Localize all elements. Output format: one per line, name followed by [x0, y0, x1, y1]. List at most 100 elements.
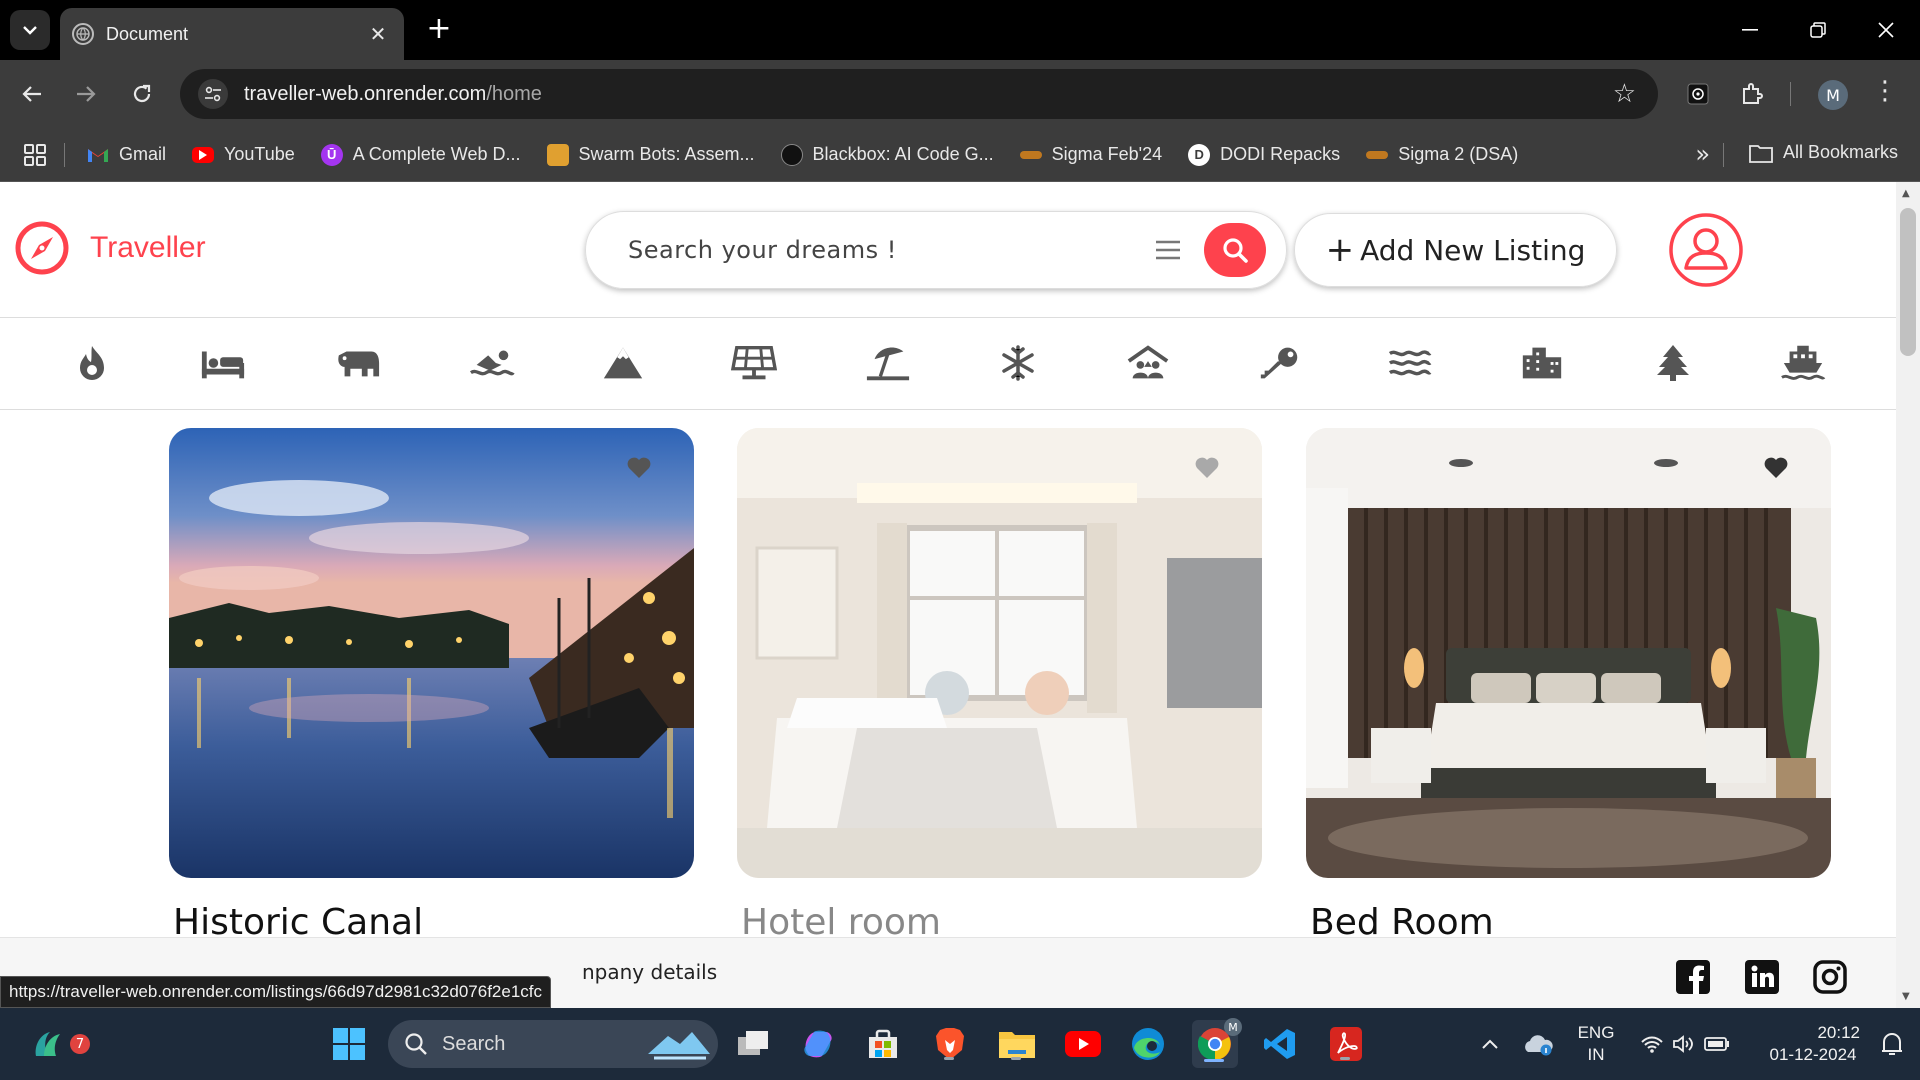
filter-camping[interactable] — [1118, 338, 1178, 388]
filter-mountains[interactable] — [593, 338, 653, 388]
clock[interactable]: 20:12 01-12-2024 — [1750, 1022, 1876, 1066]
show-hidden-icons-button[interactable] — [1468, 1022, 1512, 1066]
brand-link[interactable]: Traveller — [14, 220, 206, 276]
edge-button[interactable] — [1126, 1022, 1170, 1066]
bookmark-swarm-bots[interactable]: Swarm Bots: Assem... — [546, 143, 755, 166]
site-settings-icon[interactable] — [198, 79, 228, 109]
filter-farms[interactable] — [328, 338, 388, 388]
scroll-down-icon[interactable]: ▼ — [1902, 991, 1910, 1002]
browser-tab[interactable]: Document ✕ — [60, 8, 404, 60]
filter-forest[interactable] — [1643, 338, 1703, 388]
listing-card[interactable]: Bed Room — [1306, 428, 1831, 943]
notification-badge: 7 — [70, 1034, 90, 1054]
toolbar-divider — [1790, 82, 1791, 106]
weather-icon — [35, 1032, 60, 1056]
listing-card[interactable]: Historic Canal — [169, 428, 694, 943]
menu-lines-icon[interactable] — [1154, 238, 1182, 262]
more-options-icon[interactable]: ⋮ — [1872, 76, 1898, 106]
youtube-app-button[interactable] — [1061, 1022, 1105, 1066]
user-profile-icon[interactable] — [1668, 212, 1744, 288]
key-icon — [1260, 347, 1298, 379]
acrobat-button[interactable] — [1324, 1022, 1368, 1066]
extension-icon[interactable] — [1682, 78, 1714, 110]
bookmark-blackbox[interactable]: Blackbox: AI Code G... — [780, 143, 994, 166]
minimize-icon — [1742, 29, 1758, 31]
taskbar-search[interactable]: Search — [388, 1020, 718, 1068]
facebook-icon[interactable] — [1676, 960, 1710, 994]
folder-icon — [999, 1032, 1035, 1058]
more-bookmarks-icon[interactable]: » — [1695, 140, 1710, 168]
copilot-button[interactable] — [796, 1022, 840, 1066]
close-window-button[interactable] — [1852, 0, 1920, 60]
reload-button[interactable] — [124, 76, 160, 112]
listing-image[interactable] — [1306, 428, 1831, 878]
scroll-thumb[interactable] — [1900, 208, 1916, 356]
onedrive-button[interactable] — [1516, 1022, 1560, 1066]
language-indicator[interactable]: ENG IN — [1572, 1022, 1620, 1066]
minimize-button[interactable] — [1716, 0, 1784, 60]
extensions-puzzle-icon[interactable] — [1736, 78, 1768, 110]
heart-icon[interactable] — [1194, 456, 1220, 480]
reload-icon — [133, 84, 151, 103]
vscode-button[interactable] — [1258, 1022, 1302, 1066]
microsoft-store-button[interactable] — [861, 1022, 905, 1066]
all-bookmarks-button[interactable]: All Bookmarks — [1749, 142, 1898, 163]
filter-lake[interactable] — [1380, 338, 1440, 388]
link-status-bubble: https://traveller-web.onrender.com/listi… — [0, 976, 552, 1008]
restore-button[interactable] — [1784, 0, 1852, 60]
bookmark-dodi-repacks[interactable]: D DODI Repacks — [1188, 143, 1340, 166]
store-icon — [869, 1029, 897, 1058]
footer-company-details[interactable]: npany details — [582, 960, 717, 984]
heart-icon[interactable] — [1763, 456, 1789, 480]
quick-settings-button[interactable] — [1630, 1022, 1740, 1066]
add-new-listing-button[interactable]: + Add New Listing — [1294, 213, 1617, 287]
scroll-up-icon[interactable]: ▲ — [1902, 188, 1910, 199]
linkedin-icon[interactable] — [1745, 960, 1779, 994]
notifications-button[interactable] — [1870, 1022, 1914, 1066]
task-view-button[interactable] — [731, 1022, 775, 1066]
search-button[interactable] — [1204, 223, 1266, 277]
site-header: Traveller + Add New Listing — [0, 182, 1896, 318]
weather-widget[interactable]: 7 — [26, 1022, 90, 1066]
bookmark-star-icon[interactable]: ☆ — [1613, 79, 1636, 109]
instagram-icon[interactable] — [1813, 960, 1847, 994]
file-explorer-button[interactable] — [995, 1022, 1039, 1066]
globe-icon — [72, 23, 94, 45]
dodi-icon: D — [1188, 143, 1211, 166]
filter-cities[interactable] — [1512, 338, 1572, 388]
url-host: traveller-web.onrender.com — [244, 82, 487, 105]
close-tab-icon[interactable]: ✕ — [364, 22, 392, 46]
back-button[interactable] — [14, 76, 50, 112]
chrome-button[interactable]: M — [1192, 1018, 1242, 1068]
filter-solar[interactable] — [724, 338, 784, 388]
apps-button[interactable] — [24, 143, 46, 166]
bookmark-sigma-dsa[interactable]: Sigma 2 (DSA) — [1366, 144, 1518, 165]
profile-avatar[interactable]: M — [1818, 80, 1848, 110]
bookmark-gmail[interactable]: Gmail — [87, 144, 166, 166]
filter-arctic[interactable] — [988, 338, 1048, 388]
sigma-icon — [1019, 150, 1042, 159]
page-scrollbar[interactable]: ▲ ▼ — [1896, 182, 1920, 1008]
filter-boats[interactable] — [1773, 338, 1833, 388]
search-input[interactable] — [628, 236, 1098, 264]
bookmark-youtube[interactable]: YouTube — [192, 144, 295, 165]
heart-icon[interactable] — [626, 456, 652, 480]
address-bar[interactable]: traveller-web.onrender.com/home ☆ — [180, 69, 1658, 119]
filter-beach[interactable] — [858, 338, 918, 388]
bookmark-web-dev-course[interactable]: Ū A Complete Web D... — [320, 143, 521, 166]
listing-image[interactable] — [737, 428, 1262, 878]
filter-rooms[interactable] — [193, 338, 253, 388]
forward-button[interactable] — [68, 76, 104, 112]
listing-image[interactable] — [169, 428, 694, 878]
taskbar: 7 Search M ENG IN 20:12 01-12-2024 — [0, 1008, 1920, 1080]
new-tab-button[interactable]: + — [424, 14, 454, 44]
filter-pools[interactable] — [462, 338, 522, 388]
brave-button[interactable] — [928, 1022, 972, 1066]
start-button[interactable] — [327, 1022, 371, 1066]
tab-search-button[interactable] — [10, 10, 50, 50]
filter-castle[interactable] — [1250, 338, 1310, 388]
bookmark-sigma-feb[interactable]: Sigma Feb'24 — [1019, 144, 1162, 165]
listing-card[interactable]: Hotel room — [737, 428, 1262, 943]
filter-trending[interactable] — [62, 338, 122, 388]
chevron-up-icon — [1482, 1039, 1498, 1049]
